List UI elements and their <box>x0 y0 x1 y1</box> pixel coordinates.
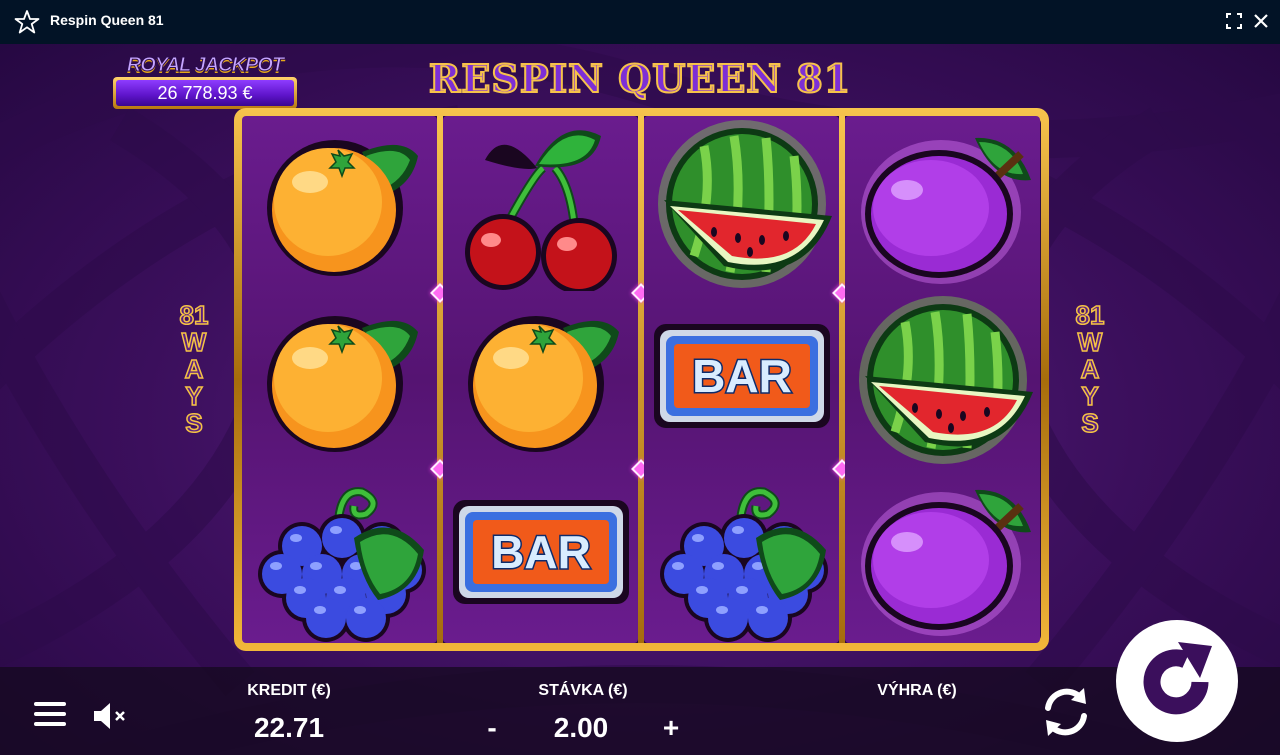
bet-value: 2.00 <box>553 712 609 743</box>
window-titlebar: Respin Queen 81 <box>0 0 1280 44</box>
jackpot-amount: 26 778.93 € <box>116 80 294 106</box>
reel-4 <box>845 116 1040 643</box>
symbol-grapes <box>242 468 437 643</box>
hamburger-menu-icon[interactable] <box>34 702 66 730</box>
symbol-orange <box>443 292 638 467</box>
speaker-muted-icon[interactable] <box>92 700 128 732</box>
symbol-watermelon <box>845 292 1040 467</box>
reels-grid[interactable]: BAR BAR <box>242 116 1041 643</box>
reel-2: BAR <box>443 116 638 643</box>
jackpot-amount-box: 26 778.93 € <box>113 77 297 109</box>
reel-3: BAR <box>644 116 839 643</box>
bet-decrease-button[interactable]: - <box>477 712 507 744</box>
bet-label: STÁVKA (€) <box>538 682 628 699</box>
ways-badge-left: 81 WAYS <box>174 300 214 438</box>
symbol-orange <box>242 116 437 291</box>
symbol-bar: BAR <box>443 468 638 643</box>
game-title-logo: RESPIN QUEEN 81 <box>428 55 852 102</box>
game-area: ROYAL JACKPOT 26 778.93 € RESPIN QUEEN 8… <box>0 44 1280 755</box>
symbol-grapes <box>644 468 839 643</box>
symbol-orange <box>242 292 437 467</box>
symbol-bar: BAR <box>644 292 839 467</box>
symbol-plum <box>845 468 1040 643</box>
fullscreen-icon[interactable] <box>1224 11 1244 31</box>
ways-word: WAYS <box>1077 327 1103 438</box>
ways-badge-right: 81 WAYS <box>1070 300 1110 438</box>
bet-increase-button[interactable]: + <box>656 712 686 744</box>
window-title: Respin Queen 81 <box>50 12 164 28</box>
symbol-plum <box>845 116 1040 291</box>
spin-arrow-icon <box>1143 642 1212 715</box>
svg-text:BAR: BAR <box>491 526 591 578</box>
jackpot-label: ROYAL JACKPOT <box>126 54 284 77</box>
reel-1 <box>242 116 437 643</box>
autoplay-arrows-icon[interactable] <box>1036 682 1096 742</box>
ways-word: WAYS <box>181 327 207 438</box>
ways-number: 81 <box>179 300 209 330</box>
star-icon[interactable] <box>14 9 40 35</box>
svg-text:BAR: BAR <box>692 350 792 402</box>
symbol-watermelon <box>644 116 839 291</box>
win-label: VÝHRA (€) <box>877 682 957 699</box>
close-icon[interactable] <box>1251 11 1271 31</box>
ways-number: 81 <box>1075 300 1105 330</box>
credit-value: 22.71 <box>253 712 325 743</box>
symbol-cherries <box>443 116 638 291</box>
credit-label: KREDIT (€) <box>247 682 331 699</box>
reels-frame: BAR BAR <box>234 108 1049 651</box>
spin-button[interactable] <box>1116 620 1238 742</box>
